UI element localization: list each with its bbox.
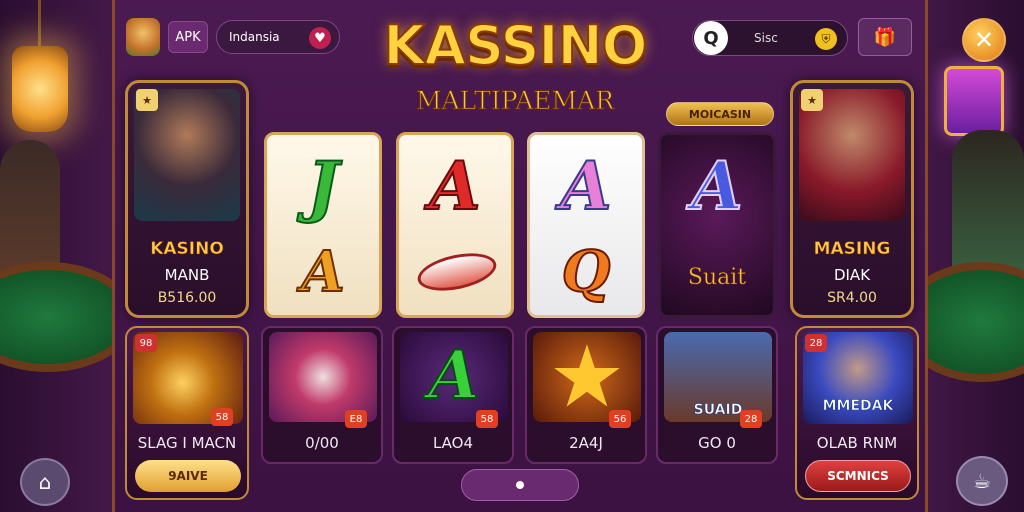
hero-subtitle: MANB: [164, 266, 210, 284]
chat-icon[interactable]: ☕: [956, 456, 1008, 506]
hero-name: MASING: [813, 239, 891, 260]
apk-button[interactable]: APK: [168, 21, 208, 53]
page-title: KASSINO: [382, 14, 648, 77]
language-label: Indansia: [229, 30, 280, 44]
game-name: SLAG I MACN: [137, 434, 237, 452]
game-name: 0/00: [305, 434, 339, 452]
hero-name: KASINO: [150, 239, 224, 260]
card-count-badge: 28: [740, 410, 762, 428]
slot-symbol: A: [300, 238, 345, 306]
bonus-symbol-image: [414, 247, 500, 297]
slot-symbol: J: [306, 146, 339, 226]
slot-symbol: A: [428, 146, 481, 226]
search-text: Sisc: [754, 31, 778, 45]
hero-card-left[interactable]: ★ KASINO MANB B516.00: [125, 80, 249, 318]
card-count-badge: 56: [609, 410, 631, 428]
star-image: ★: [533, 332, 641, 422]
mascot-logo-icon[interactable]: [126, 18, 160, 56]
page-dot[interactable]: [516, 481, 524, 489]
slot-symbol: Q: [561, 238, 612, 306]
shield-icon[interactable]: ⛨: [815, 28, 837, 50]
card-count-badge: 58: [211, 408, 233, 426]
slot-tile-2[interactable]: A: [396, 132, 514, 318]
drum-image: [269, 332, 377, 422]
game-card-drum[interactable]: E8 0/00: [261, 326, 383, 464]
promo-badge[interactable]: MOICASIN: [666, 102, 774, 126]
slot-tile-1[interactable]: J A: [264, 132, 382, 318]
slot-tile-label: Suait: [687, 265, 747, 291]
hero-price: B516.00: [157, 290, 217, 306]
game-name: GO 0: [698, 434, 736, 452]
game-name: LAO4: [432, 434, 474, 452]
star-icon: ★: [552, 332, 622, 421]
slot-machine-image: [944, 66, 1004, 136]
gift-icon[interactable]: 🎁: [858, 18, 912, 56]
hero-price: SR4.00: [827, 290, 877, 306]
lamp-chain: [38, 0, 41, 46]
play-button[interactable]: SCMNICS: [805, 460, 911, 492]
slot-tile-4[interactable]: A Suait: [658, 132, 776, 318]
game-card-slag[interactable]: 98 58 SLAG I MACN 9AIVE: [125, 326, 249, 500]
slot-symbol: A: [559, 146, 612, 226]
slot-tile-3[interactable]: A Q: [527, 132, 645, 318]
player-image: [952, 130, 1024, 280]
card-corner-badge: 98: [135, 334, 157, 352]
slot-symbol: A: [690, 146, 743, 226]
hero-corner-badge: ★: [801, 89, 823, 111]
hero-subtitle: DIAK: [833, 266, 871, 284]
group-image: SUAID: [664, 332, 772, 422]
page-indicator[interactable]: [461, 469, 579, 501]
search-icon[interactable]: Q: [694, 21, 728, 55]
heart-icon[interactable]: ♥: [309, 27, 331, 49]
page-subtitle: MALTIPAEMAR: [415, 86, 615, 116]
hero-corner-badge: ★: [136, 89, 158, 111]
card-count-badge: E8: [345, 410, 367, 428]
game-card-star[interactable]: ★ 56 2A4J: [525, 326, 647, 464]
game-card-suaid[interactable]: SUAID 28 GO 0: [656, 326, 778, 464]
hero-card-right[interactable]: ★ MASING DIAK SR4.00: [790, 80, 914, 318]
green-a-image: A: [400, 332, 508, 422]
close-icon[interactable]: ✕: [962, 18, 1006, 62]
lantern-image: [12, 46, 68, 132]
game-card-lao[interactable]: A 58 LAO4: [392, 326, 514, 464]
home-icon[interactable]: ⌂: [20, 458, 70, 506]
language-selector[interactable]: Indansia ♥: [216, 20, 340, 54]
slot-symbol: A: [427, 335, 480, 415]
game-card-olab[interactable]: MMEDAK 28 OLAB RNM SCMNICS: [795, 326, 919, 500]
card-count-badge: 58: [476, 410, 498, 428]
game-name: 2A4J: [569, 434, 603, 452]
game-name: OLAB RNM: [816, 434, 898, 452]
search-bar[interactable]: Q Sisc ⛨: [692, 20, 848, 56]
play-button[interactable]: 9AIVE: [135, 460, 241, 492]
art-title: MMEDAK: [822, 398, 894, 415]
card-corner-badge: 28: [805, 334, 827, 352]
